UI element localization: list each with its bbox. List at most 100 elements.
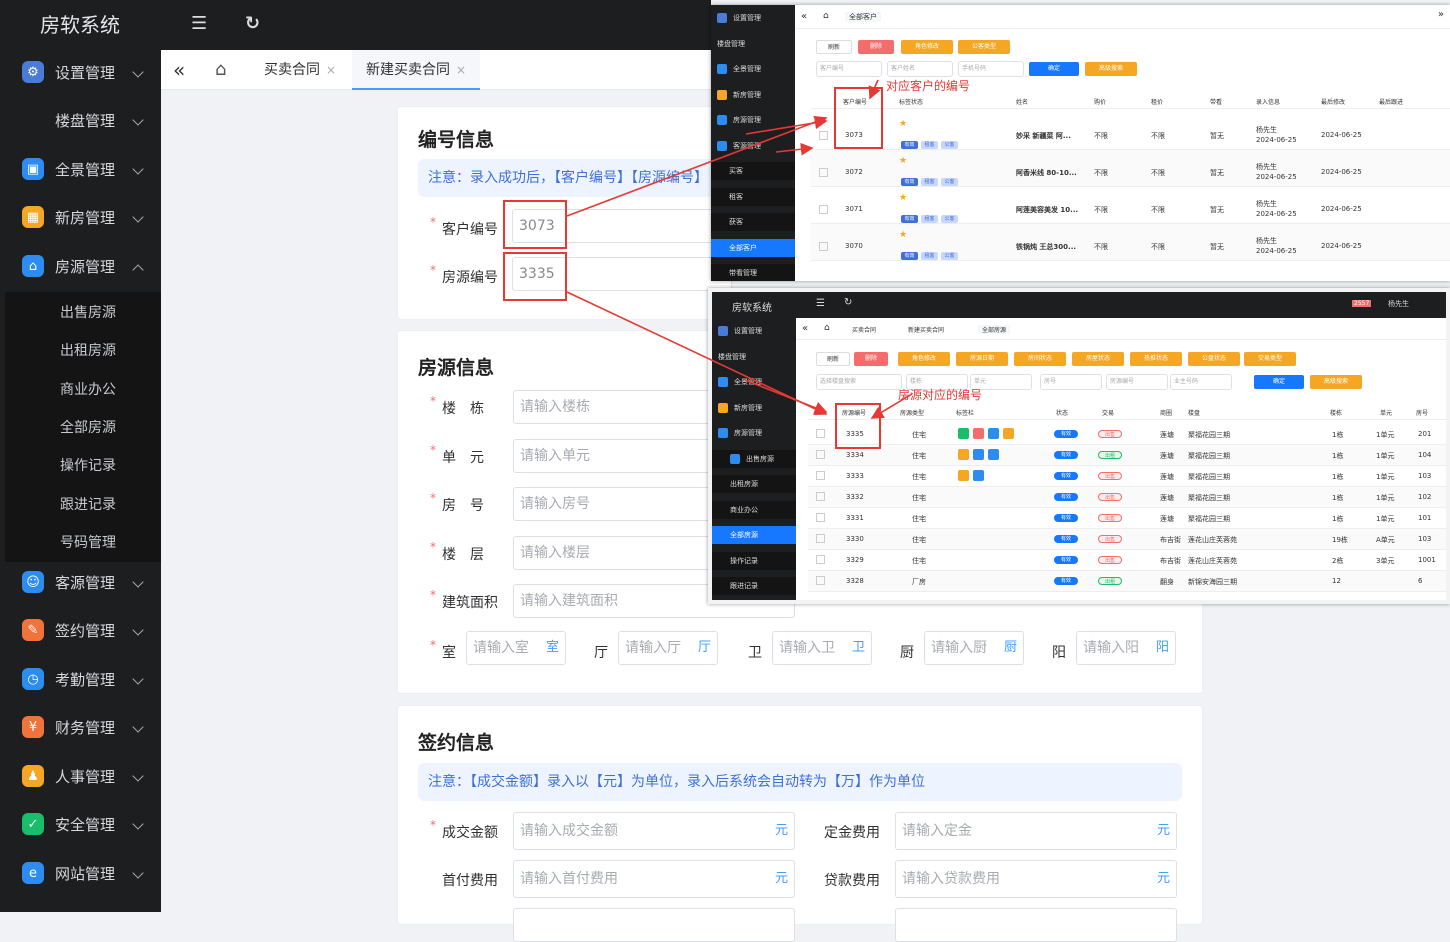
close-icon[interactable]: × [326, 63, 336, 77]
mini-menu-item[interactable]: 跟进记录 [712, 577, 796, 595]
row-checkbox[interactable] [819, 205, 828, 214]
mini-menu-item[interactable]: 号码管理 [712, 603, 796, 605]
sign-input-0[interactable]: 请输入成交金额 元 [513, 812, 795, 850]
table-row[interactable] [808, 529, 1446, 550]
mini-menu-item[interactable]: 新房管理 [718, 399, 800, 417]
mini-menu-item[interactable]: 全景管理 [718, 373, 800, 391]
mini-ok-button[interactable]: 确定 [1254, 375, 1304, 389]
table-row[interactable] [808, 550, 1446, 571]
tab-new-sale-contract[interactable]: 新建买卖合同 × [352, 50, 481, 90]
close-icon[interactable]: × [456, 63, 466, 77]
mini-button[interactable]: 房源日期 [956, 352, 1008, 366]
mini-filter-input[interactable]: 选择楼盘搜索 [816, 374, 902, 390]
mini-button[interactable]: 房屋状态 [1072, 352, 1124, 366]
sidebar-item-1[interactable]: 楼盘管理 [0, 98, 161, 142]
customer-id[interactable]: 3072 [845, 168, 863, 176]
row-checkbox[interactable] [819, 168, 828, 177]
sidebar-subitem-5[interactable]: 跟进记录 [60, 494, 116, 514]
row-checkbox[interactable] [816, 429, 825, 438]
mini-button[interactable]: 删除 [854, 352, 888, 366]
mini-menu-item[interactable]: 全景管理 [717, 60, 799, 78]
row-checkbox[interactable] [816, 534, 825, 543]
row-checkbox[interactable] [816, 576, 825, 585]
mini-menu-item[interactable]: 楼盘管理 [718, 348, 800, 366]
house-id[interactable]: 3332 [846, 493, 864, 501]
customer-id[interactable]: 3071 [845, 205, 863, 213]
mini-button[interactable]: 公客类型 [958, 40, 1010, 54]
sign-input-2[interactable]: 请输入首付费用 元 [513, 860, 795, 898]
mini-menu-item[interactable]: 房源管理 [718, 424, 800, 442]
house-id[interactable]: 3328 [846, 577, 864, 585]
sidebar-subitem-1[interactable]: 出租房源 [60, 340, 116, 360]
row-checkbox[interactable] [816, 555, 825, 564]
mini-menu-item[interactable]: 操作记录 [712, 551, 796, 570]
tabs-back-icon[interactable]: « [802, 323, 808, 334]
row-checkbox[interactable] [816, 513, 825, 522]
collapse-menu-icon[interactable]: ☰ [191, 15, 207, 33]
mini-button[interactable]: 房间状态 [1014, 352, 1066, 366]
mini-button[interactable]: 角色修改 [901, 40, 953, 54]
sidebar-subitem-3[interactable]: 全部房源 [60, 417, 116, 437]
mini-menu-item[interactable]: 买客 [711, 162, 795, 180]
sign-input-extra[interactable] [513, 908, 795, 942]
mini-button[interactable]: 角色修改 [898, 352, 950, 366]
mini-menu-item[interactable]: 商业办公 [712, 500, 796, 519]
mini-menu-item[interactable]: 带看管理 [711, 264, 795, 281]
mini-button[interactable]: 交易类型 [1244, 352, 1296, 366]
room-input-3[interactable]: 请输入厨 厨 [924, 631, 1024, 665]
mini-tab[interactable]: 全部客户 [845, 12, 881, 22]
mini-filter-input[interactable]: 手机号码 [958, 61, 1024, 77]
table-row[interactable] [808, 508, 1446, 529]
sidebar-item-5[interactable]: ☺ 客源管理 [0, 560, 161, 604]
home-icon[interactable]: ⌂ [215, 59, 226, 80]
house-id[interactable]: 3329 [846, 556, 864, 564]
mini-menu-item[interactable]: 出租房源 [712, 475, 796, 493]
house-id[interactable]: 3330 [846, 535, 864, 543]
tabs-back-icon[interactable]: « [173, 58, 185, 82]
tab-sale-contract[interactable]: 买卖合同 × [264, 50, 336, 90]
sidebar-item-8[interactable]: ¥ 财务管理 [0, 705, 161, 749]
refresh-icon[interactable]: ↻ [245, 13, 260, 34]
mini-tab[interactable]: 全部房源 [978, 325, 1011, 334]
room-input-1[interactable]: 请输入厅 厅 [618, 631, 718, 665]
mini-menu-item[interactable]: 楼盘管理 [717, 35, 799, 53]
mini-advanced-button[interactable]: 高级搜索 [1310, 375, 1362, 389]
mini-button[interactable]: 热推状态 [1130, 352, 1182, 366]
sidebar-subitem-6[interactable]: 号码管理 [60, 532, 116, 552]
room-input-4[interactable]: 请输入阳 阳 [1076, 631, 1176, 665]
row-checkbox[interactable] [819, 242, 828, 251]
row-checkbox[interactable] [819, 131, 828, 140]
room-input-2[interactable]: 请输入卫 卫 [772, 631, 872, 665]
mini-filter-input[interactable]: 业主号码 [1170, 374, 1232, 390]
mini-filter-input[interactable]: 房源编号 [1106, 374, 1168, 390]
row-checkbox[interactable] [816, 492, 825, 501]
mini-menu-item[interactable]: 获客 [711, 213, 795, 231]
sidebar-item-11[interactable]: e 网站管理 [0, 851, 161, 895]
house-id[interactable]: 3334 [846, 451, 864, 459]
table-row[interactable] [808, 466, 1446, 487]
mini-ok-button[interactable]: 确定 [1029, 62, 1079, 76]
mini-menu-item[interactable]: 全部房源 [712, 526, 796, 544]
mini-menu-item[interactable]: 出售房源 [712, 449, 796, 468]
house-id[interactable]: 3331 [846, 514, 864, 522]
user-name[interactable]: 杨先生 [1388, 299, 1409, 309]
row-checkbox[interactable] [816, 450, 825, 459]
table-row[interactable] [808, 571, 1446, 592]
sidebar-subitem-0[interactable]: 出售房源 [60, 302, 116, 322]
mini-menu-item[interactable]: 房源管理 [717, 111, 799, 129]
sidebar-item-4[interactable]: ⌂ 房源管理 [0, 244, 161, 288]
mini-tab[interactable]: 新建买卖合同 [908, 325, 944, 334]
sidebar-item-2[interactable]: ▣ 全景管理 [0, 147, 161, 191]
mini-button[interactable]: 刷新 [816, 352, 850, 366]
mini-filter-input[interactable]: 客户编号 [816, 61, 882, 77]
mini-menu-item[interactable]: 租客 [711, 187, 795, 206]
sign-input-3[interactable]: 请输入贷款费用 元 [895, 860, 1177, 898]
sign-input-extra[interactable] [895, 908, 1177, 942]
sidebar-item-6[interactable]: ✎ 签约管理 [0, 608, 161, 652]
mini-menu-item[interactable]: 客源管理 [717, 137, 799, 155]
sidebar-item-3[interactable]: ▦ 新房管理 [0, 195, 161, 239]
sign-input-1[interactable]: 请输入定金 元 [895, 812, 1177, 850]
row-checkbox[interactable] [816, 471, 825, 480]
table-row[interactable] [808, 487, 1446, 508]
mini-advanced-button[interactable]: 高级搜索 [1085, 62, 1137, 76]
